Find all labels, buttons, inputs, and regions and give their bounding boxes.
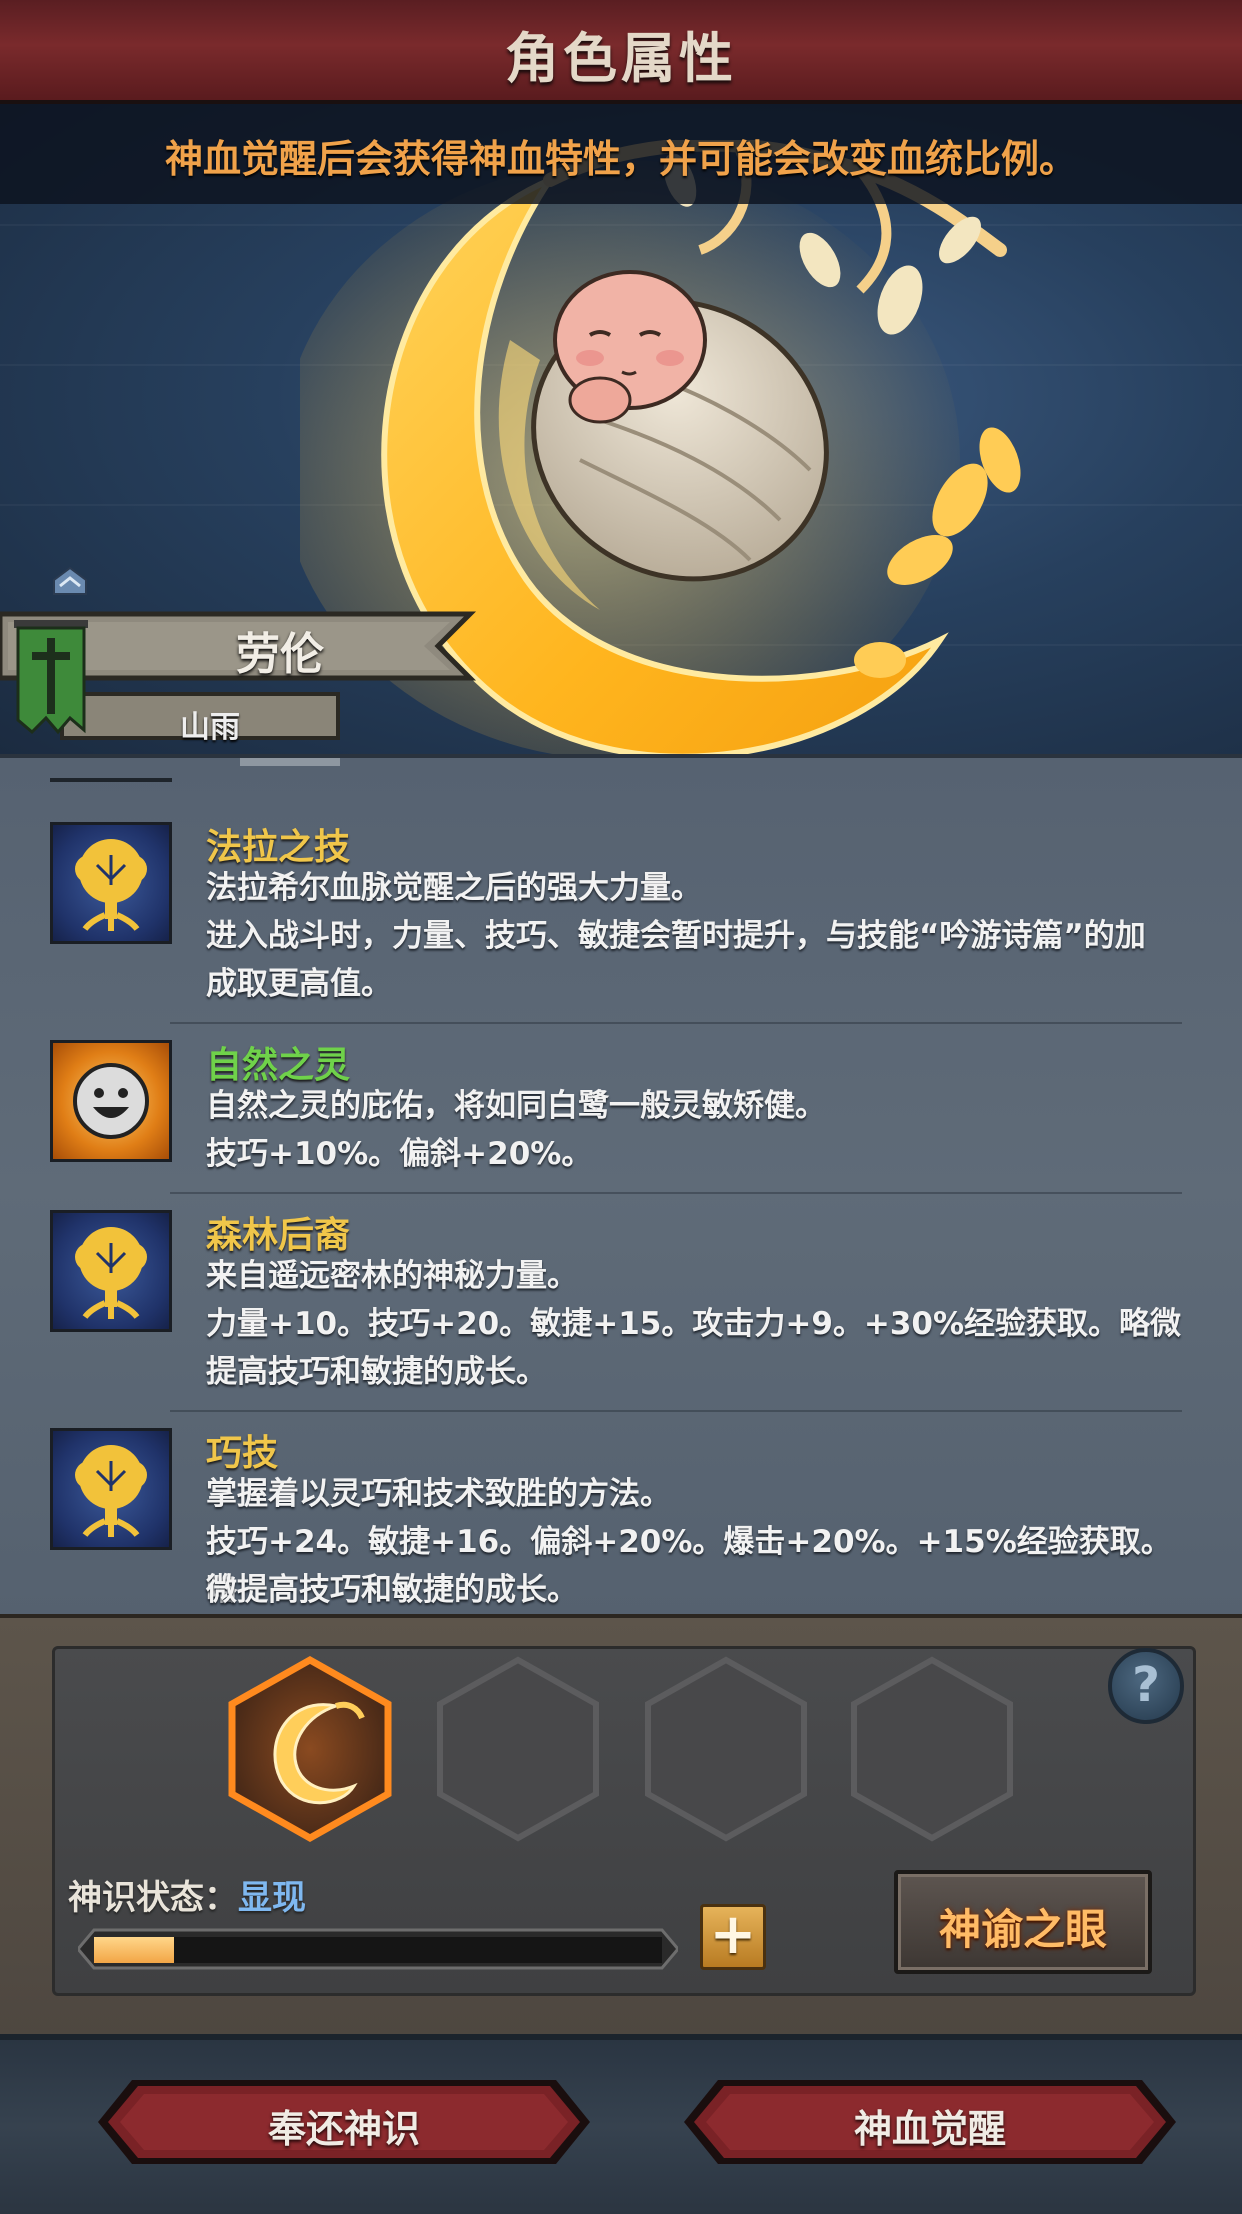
golden-tree-icon [50, 1428, 172, 1550]
page-title: 角色属性 [505, 27, 737, 90]
blood-awaken-button[interactable]: 神血觉醒 [684, 2076, 1176, 2168]
notice-banner: 神血觉醒后会获得神血特性，并可能会改变血统比例。 [0, 104, 1242, 204]
trait-description-line: 成取更高值。 [206, 966, 392, 1002]
trait-description-line: 掌握着以灵巧和技术致胜的方法。 [206, 1476, 671, 1512]
status-value: 显现 [238, 1878, 306, 1918]
golden-tree-icon [50, 1210, 172, 1332]
trait-divider [170, 1192, 1182, 1194]
help-button[interactable]: ? [1108, 1648, 1184, 1724]
title-bar: 角色属性 [0, 0, 1242, 104]
trait-description-line: 进入战斗时，力量、技巧、敏捷会暂时提升，与技能“吟游诗篇”的加 [206, 918, 1146, 954]
hex-slot-3-empty[interactable] [642, 1656, 810, 1842]
progress-bar-fill [94, 1937, 174, 1963]
trait-divider [170, 1022, 1182, 1024]
trait-name: 自然之灵 [206, 1045, 351, 1086]
golden-tree-icon [50, 822, 172, 944]
trait-description-line: 法拉希尔血脉觉醒之后的强大力量。 [206, 870, 702, 906]
trait-divider [170, 1410, 1182, 1412]
trait-description-line: 技巧+10%。偏斜+20%。 [206, 1136, 593, 1172]
return-divine-sense-button[interactable]: 奉还神识 [98, 2076, 590, 2168]
green-banner-icon [14, 620, 88, 735]
hex-slot-4-empty[interactable] [848, 1656, 1016, 1842]
cut-off-row [50, 758, 340, 782]
hex-slot-2-empty[interactable] [434, 1656, 602, 1842]
trait-description-line: 自然之灵的庇佑，将如同白鹭一般灵敏矫健。 [206, 1088, 826, 1124]
trait-name: 法拉之技 [206, 827, 351, 868]
trait-description-line: 力量+10。技巧+20。敏捷+15。攻击力+9。+30%经验获取。略微 [206, 1306, 1182, 1342]
progress-bar [94, 1937, 662, 1963]
awaken-button-label: 神血觉醒 [853, 2107, 1006, 2151]
oracle-eye-label: 神谕之眼 [938, 1905, 1107, 1954]
character-name: 劳伦 [236, 629, 324, 680]
hex-slot-1-active[interactable] [226, 1656, 394, 1842]
trait-description-line: 提高技巧和敏捷的成长。 [206, 1354, 547, 1390]
trait-name: 巧技 [206, 1433, 279, 1474]
divine-sense-status: 神识状态：显现 [68, 1870, 306, 1919]
awakening-notice-text: 神血觉醒后会获得神血特性，并可能会改变血统比例。 [164, 137, 1077, 181]
smiling-face-icon [50, 1040, 172, 1162]
character-subtitle: 山雨 [180, 710, 240, 745]
oracle-eye-button[interactable]: 神谕之眼 [894, 1870, 1152, 1974]
return-button-label: 奉还神识 [267, 2107, 420, 2151]
trait-description-line: 微提高技巧和敏捷的成长。 [206, 1572, 578, 1608]
trait-description-line: 来自遥远密林的神秘力量。 [206, 1258, 578, 1294]
add-progress-button[interactable]: + [700, 1904, 766, 1970]
rank-chevron-icon [53, 566, 87, 595]
status-label: 神识状态： [68, 1878, 238, 1918]
trait-name: 森林后裔 [206, 1215, 351, 1256]
